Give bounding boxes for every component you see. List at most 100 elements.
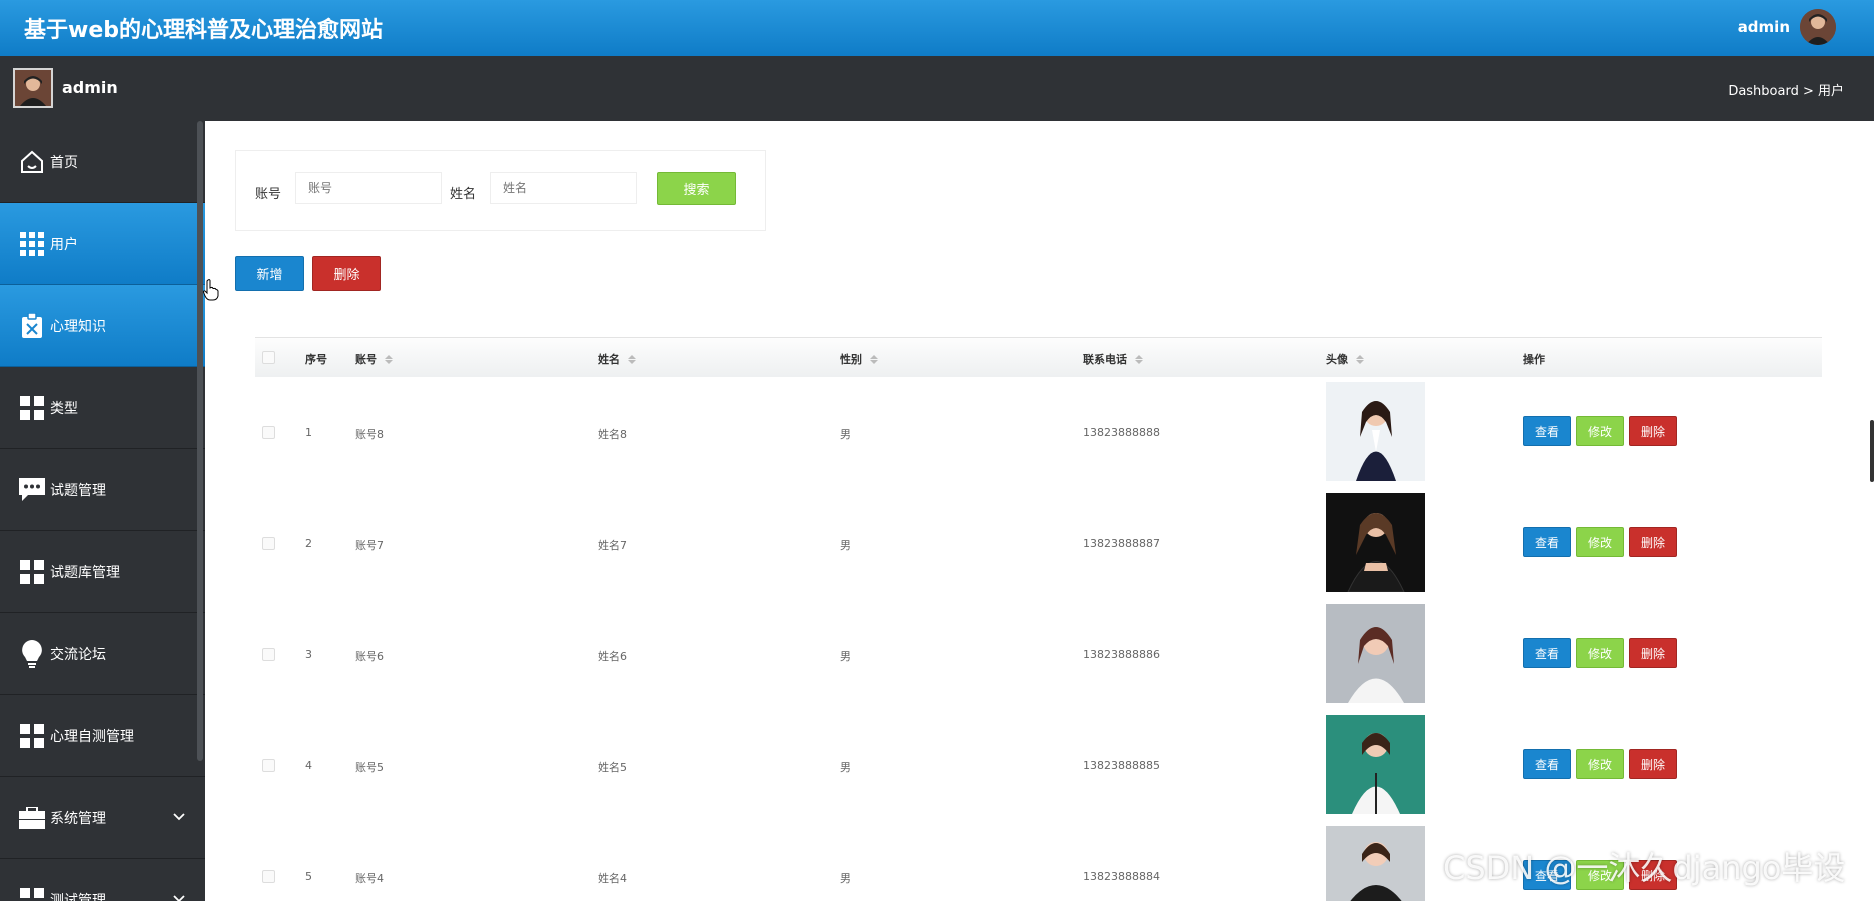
home-icon — [18, 148, 46, 176]
row-index: 1 — [305, 426, 312, 439]
col-gender[interactable]: 性别 — [840, 351, 878, 367]
row-account: 账号6 — [355, 650, 384, 663]
edit-button[interactable]: 修改 — [1576, 749, 1624, 779]
sort-icon — [1356, 354, 1364, 364]
view-button[interactable]: 查看 — [1523, 527, 1571, 557]
sidebar-item-type[interactable]: 类型 — [0, 367, 205, 449]
col-phone[interactable]: 联系电话 — [1083, 351, 1143, 367]
sidebar-item-questions[interactable]: 试题管理 — [0, 449, 205, 531]
sidebar-item-self-test[interactable]: 心理自测管理 — [0, 695, 205, 777]
sidebar-item-home[interactable]: 首页 — [0, 121, 205, 203]
row-name: 姓名4 — [598, 872, 627, 885]
user-avatar — [13, 68, 53, 108]
table-row: 3 账号6 姓名6 男 13823888886 查看 修改 删除 — [255, 599, 1822, 710]
sidebar-item-label: 心理自测管理 — [50, 728, 134, 745]
row-index: 3 — [305, 648, 312, 661]
row-name: 姓名7 — [598, 539, 627, 552]
sidebar-username: admin — [62, 78, 118, 97]
edit-button[interactable]: 修改 — [1576, 638, 1624, 668]
view-button[interactable]: 查看 — [1523, 416, 1571, 446]
delete-button[interactable]: 删除 — [1629, 527, 1677, 557]
row-account: 账号5 — [355, 761, 384, 774]
sidebar-item-test[interactable]: 测试管理 — [0, 859, 205, 901]
briefcase-icon — [18, 804, 46, 832]
row-phone: 13823888886 — [1083, 648, 1160, 661]
row-checkbox[interactable] — [262, 537, 275, 550]
watermark: CSDN @一沐久django毕设 — [1443, 849, 1846, 887]
row-gender: 男 — [840, 428, 851, 441]
sort-icon — [1135, 354, 1143, 364]
row-checkbox[interactable] — [262, 426, 275, 439]
view-button[interactable]: 查看 — [1523, 638, 1571, 668]
chat-icon — [18, 476, 46, 504]
tiles-icon — [18, 886, 46, 901]
sidebar-item-label: 交流论坛 — [50, 646, 106, 663]
sidebar-item-system[interactable]: 系统管理 — [0, 777, 205, 859]
row-phone: 13823888887 — [1083, 537, 1160, 550]
batch-delete-button[interactable]: 删除 — [312, 256, 381, 291]
sidebar-item-label: 测试管理 — [50, 892, 106, 901]
sidebar-item-question-bank[interactable]: 试题库管理 — [0, 531, 205, 613]
table-header: 序号 账号 姓名 性别 联系电话 头像 操作 — [255, 337, 1822, 377]
app-title: 基于web的心理科普及心理治愈网站 — [24, 18, 383, 43]
row-gender: 男 — [840, 872, 851, 885]
account-label: 账号 — [255, 187, 282, 202]
add-button[interactable]: 新增 — [235, 256, 304, 291]
row-checkbox[interactable] — [262, 648, 275, 661]
tiles-icon — [18, 722, 46, 750]
sidebar-scrollbar[interactable] — [197, 121, 203, 761]
user-photo — [1326, 604, 1425, 703]
view-button[interactable]: 查看 — [1523, 749, 1571, 779]
search-button[interactable]: 搜索 — [657, 172, 736, 205]
sidebar-item-label: 心理知识 — [50, 318, 106, 335]
breadcrumb[interactable]: Dashboard > 用户 — [1728, 80, 1844, 99]
page-scrollbar[interactable] — [1870, 420, 1874, 482]
col-account[interactable]: 账号 — [355, 351, 393, 367]
row-name: 姓名8 — [598, 428, 627, 441]
delete-button[interactable]: 删除 — [1629, 416, 1677, 446]
bulb-icon — [18, 639, 46, 668]
table-row: 4 账号5 姓名5 男 13823888885 查看 修改 删除 — [255, 710, 1822, 821]
delete-button[interactable]: 删除 — [1629, 638, 1677, 668]
sidebar-item-forum[interactable]: 交流论坛 — [0, 613, 205, 695]
row-account: 账号7 — [355, 539, 384, 552]
search-panel: 账号 姓名 搜索 — [235, 150, 766, 231]
chevron-down-icon[interactable] — [173, 809, 185, 825]
user-photo — [1326, 826, 1425, 901]
sidebar-item-knowledge[interactable]: 心理知识 — [0, 285, 205, 367]
main-content: 账号 姓名 搜索 新增 删除 序号 账号 姓名 性别 联系电话 头像 操作 1 … — [205, 121, 1874, 901]
row-index: 4 — [305, 759, 312, 772]
user-photo — [1326, 382, 1425, 481]
header-avatar[interactable] — [1800, 9, 1836, 45]
sidebar-item-users[interactable]: 用户 — [0, 203, 205, 285]
user-photo — [1326, 715, 1425, 814]
row-phone: 13823888885 — [1083, 759, 1160, 772]
row-name: 姓名6 — [598, 650, 627, 663]
edit-button[interactable]: 修改 — [1576, 527, 1624, 557]
sort-icon — [870, 354, 878, 364]
tiles-icon — [18, 558, 46, 586]
sidebar-item-label: 用户 — [50, 236, 78, 253]
col-avatar[interactable]: 头像 — [1326, 351, 1364, 367]
sort-icon — [628, 354, 636, 364]
col-actions: 操作 — [1523, 353, 1545, 366]
account-search-input[interactable] — [295, 172, 442, 204]
sidebar: 首页 用户 心理知识 类型 试题管理 试题库管理 交流论坛 心理自测管理 系统管… — [0, 121, 205, 901]
delete-button[interactable]: 删除 — [1629, 749, 1677, 779]
hand-cursor-icon — [202, 279, 219, 305]
sidebar-item-label: 试题管理 — [50, 482, 106, 499]
row-gender: 男 — [840, 539, 851, 552]
row-checkbox[interactable] — [262, 870, 275, 883]
header-user[interactable]: admin — [1738, 9, 1836, 45]
sidebar-item-label: 类型 — [50, 400, 78, 417]
name-search-input[interactable] — [490, 172, 637, 204]
col-name[interactable]: 姓名 — [598, 351, 636, 367]
row-checkbox[interactable] — [262, 759, 275, 772]
sidebar-item-label: 试题库管理 — [50, 564, 120, 581]
user-photo — [1326, 493, 1425, 592]
chevron-down-icon[interactable] — [173, 891, 185, 901]
row-account: 账号8 — [355, 428, 384, 441]
edit-button[interactable]: 修改 — [1576, 416, 1624, 446]
select-all-checkbox[interactable] — [262, 351, 275, 364]
user-table: 序号 账号 姓名 性别 联系电话 头像 操作 1 账号8 姓名8 男 13823… — [255, 337, 1822, 901]
